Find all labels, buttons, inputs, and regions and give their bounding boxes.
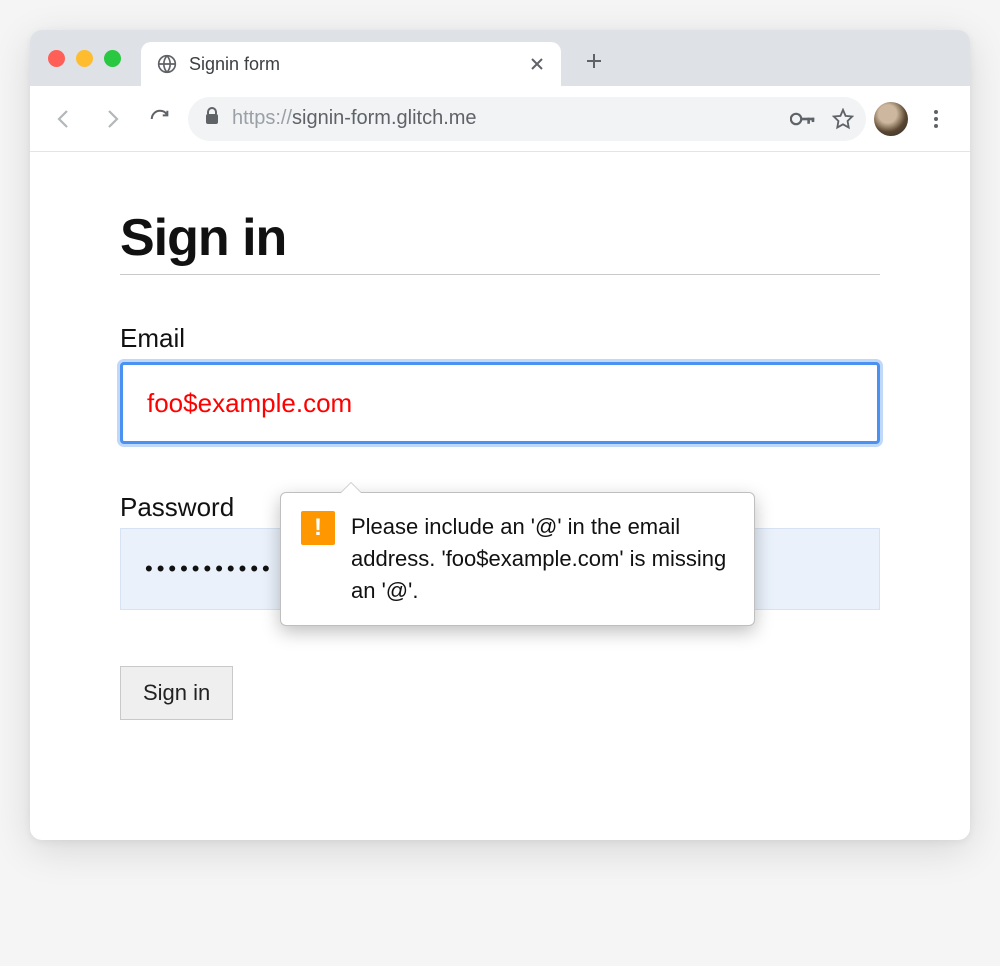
validation-message: Please include an '@' in the email addre… [351,511,734,607]
address-bar[interactable]: https://signin-form.glitch.me [188,97,866,141]
page-heading: Sign in [120,208,880,268]
maximize-window-button[interactable] [104,50,121,67]
warning-icon: ! [301,511,335,545]
minimize-window-button[interactable] [76,50,93,67]
close-tab-button[interactable] [527,54,547,74]
profile-avatar[interactable] [874,102,908,136]
forward-button[interactable] [92,99,132,139]
email-label: Email [120,323,880,354]
back-button[interactable] [44,99,84,139]
tab-title: Signin form [189,54,515,75]
browser-toolbar: https://signin-form.glitch.me [30,86,970,152]
validation-tooltip: ! Please include an '@' in the email add… [280,492,755,626]
heading-divider [120,274,880,275]
browser-window: Signin form [30,30,970,840]
email-input[interactable] [120,362,880,444]
key-icon[interactable] [790,111,816,127]
tab-strip: Signin form [30,30,970,86]
star-icon[interactable] [832,108,854,130]
close-window-button[interactable] [48,50,65,67]
lock-icon [204,107,220,131]
signin-button[interactable]: Sign in [120,666,233,720]
page-content: Sign in Email Password Sign in ! Please … [30,152,970,840]
browser-tab[interactable]: Signin form [141,42,561,86]
reload-button[interactable] [140,99,180,139]
menu-button[interactable] [916,99,956,139]
new-tab-button[interactable] [579,46,609,76]
password-label: Password [120,492,234,523]
url-text: https://signin-form.glitch.me [232,107,778,130]
window-controls [48,50,121,67]
globe-icon [157,54,177,74]
